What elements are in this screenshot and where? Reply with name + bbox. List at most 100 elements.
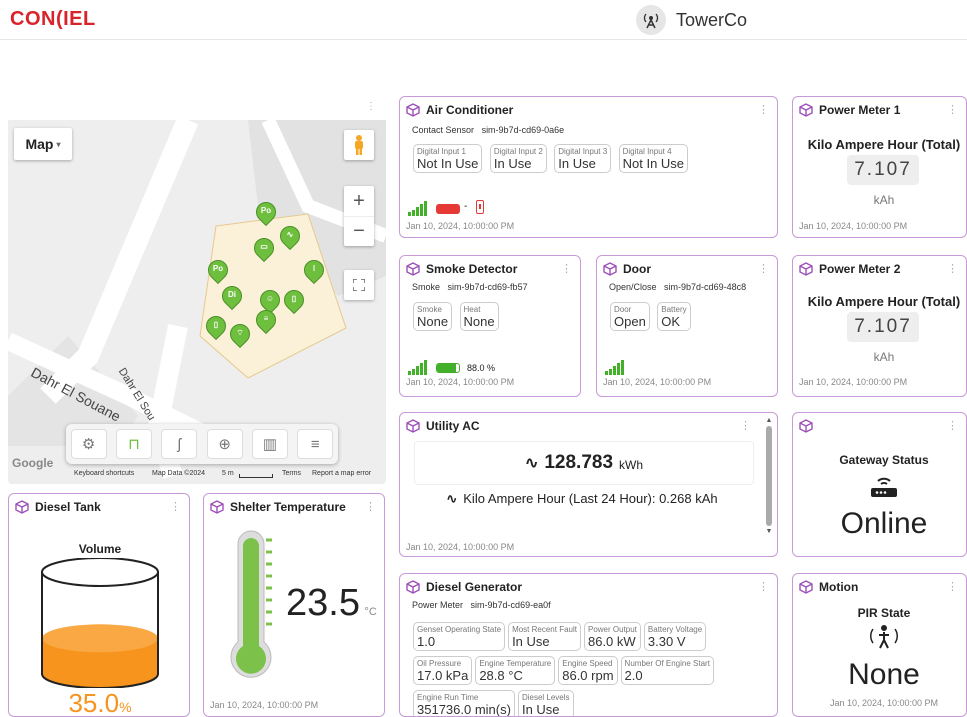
diesel-tank-card[interactable]: Diesel Tank ⋮ Volume 35.0% [8,493,190,717]
add-location-button[interactable]: ⊕ [206,429,243,459]
metric-chip: Oil Pressure 17.0 kPa [413,656,473,685]
route-button[interactable]: ʃ [161,429,198,459]
logo[interactable]: CON(IEL [10,8,96,31]
metric-value: 7.107 [847,312,919,342]
map-pin-door[interactable]: ▯ [279,285,309,315]
diesel-generator-card[interactable]: Diesel Generator ⋮ Power Meter sim-9b7d-… [399,573,778,717]
list-button[interactable]: ≡ [297,429,334,459]
card-header [799,419,813,433]
chip-value: In Use [512,634,550,649]
more-menu-icon[interactable]: ⋮ [758,103,769,116]
metric-chip: Engine Run Time 351736.0 min(s) [413,690,515,716]
motion-card[interactable]: Motion ⋮ PIR State None Jan 10, 2024, 10… [792,573,967,717]
metric-chip: Most Recent Fault In Use [508,622,581,651]
device-id: sim-9b7d-cd69-fb57 [447,282,528,292]
settings-button[interactable]: ⚙ [70,429,107,459]
gateway-label: Gateway Status [839,453,929,467]
temperature-value: 23.5 [286,582,360,624]
tank-unit: % [119,699,132,715]
cube-icon [406,262,420,276]
smoke-detector-card[interactable]: Smoke Detector ⋮ Smoke sim-9b7d-cd69-fb5… [399,255,581,397]
gateway-status-card[interactable]: ⋮ Gateway Status Online [792,412,967,557]
cube-icon [603,262,617,276]
map-view-button[interactable]: ▥ [251,429,288,459]
map-pin-power[interactable]: Po [203,255,233,285]
map-pin-power[interactable]: Po [251,197,281,227]
card-title: Diesel Tank [35,500,101,514]
temperature-readout: 23.5 °C [286,582,377,625]
street-view-pegman-icon[interactable] [344,130,374,160]
power-meter-2-card[interactable]: Power Meter 2 ⋮ Kilo Ampere Hour (Total)… [792,255,967,397]
sensor-line: Open/Close sim-9b7d-cd69-48c8 [609,282,746,292]
cube-icon [406,580,420,594]
utility-ac-card[interactable]: Utility AC ⋮ ∿ 128.783 kWh ∿ Kilo Ampere… [399,412,778,557]
battery-fill [437,364,457,372]
power-meter-1-card[interactable]: Power Meter 1 ⋮ Kilo Ampere Hour (Total)… [792,96,967,238]
volume-label: Volume [78,542,122,556]
map-pin-gateway[interactable]: ▭ [249,233,279,263]
metric-unit: kAh [873,193,895,207]
scroll-thumb[interactable] [766,426,772,526]
device-id: sim-9b7d-cd69-48c8 [664,282,747,292]
map-pin-smoke[interactable]: ≡ [251,305,281,335]
site-selector[interactable]: TowerCo [636,5,747,35]
card-title: Utility AC [426,419,480,433]
map-panel[interactable]: ⋮ Map ▾ + − Po ▭ ∿ Po ǀ Di ☺ ▯ ≡ ▯ ⌔ Dah… [8,96,386,484]
metric-label: Kilo Ampere Hour (Total) [807,137,961,152]
scroll-up-icon[interactable]: ▲ [764,417,774,424]
card-header: Air Conditioner [406,103,513,117]
map-pin-router[interactable]: ⌔ [225,319,255,349]
metric-label: Kilo Ampere Hour (Total) [807,294,961,309]
scroll-down-icon[interactable]: ▼ [764,528,774,535]
map-type-button[interactable]: Map ▾ [14,128,72,160]
card-header: Diesel Tank [15,500,101,514]
timestamp: Jan 10, 2024, 10:00:00 PM [406,221,515,231]
metric-value: 7.107 [847,155,919,185]
more-menu-icon[interactable]: ⋮ [740,419,751,432]
air-conditioner-card[interactable]: Air Conditioner ⋮ Contact Sensor sim-9b7… [399,96,778,238]
map-pin-diesel[interactable]: Di [217,281,247,311]
more-menu-icon[interactable]: ⋮ [170,500,181,513]
last-24h-text: Kilo Ampere Hour (Last 24 Hour): 0.268 k… [463,491,718,506]
shelter-temperature-card[interactable]: Shelter Temperature ⋮ 23.5 °C Jan 10, 20… [203,493,385,717]
zoom-out-button[interactable]: − [344,216,374,246]
cube-icon [799,262,813,276]
map-tools-bar: ⚙ ⊓ ʃ ⊕ ▥ ≡ [66,424,338,464]
report-map-error-link[interactable]: Report a map error [312,470,371,477]
chip-value: Not In Use [622,156,685,171]
chip-value: 17.0 kPa [417,668,469,683]
unlock-button[interactable]: ⊓ [115,429,152,459]
more-menu-icon[interactable]: ⋮ [758,262,769,275]
unlock-icon: ⊓ [128,436,140,453]
chip-value: None [417,314,449,329]
scrollbar[interactable]: ▲ ▼ [764,417,774,553]
map-pin-door[interactable]: ▯ [201,311,231,341]
fullscreen-button[interactable] [344,270,374,300]
keyboard-shortcuts-link[interactable]: Keyboard shortcuts [74,470,134,477]
more-menu-icon[interactable]: ⋮ [365,500,376,513]
chip-value: 3.30 V [647,634,686,649]
more-menu-icon[interactable]: ⋮ [947,262,958,275]
card-title: Power Meter 1 [819,103,901,117]
metric-chip: Engine Temperature 28.8 °C [475,656,556,685]
signal-strength-icon [408,360,427,375]
map-scale-bar [239,474,273,478]
card-title: Air Conditioner [426,103,514,117]
map-pin-temperature[interactable]: ǀ [299,255,329,285]
more-menu-icon[interactable]: ⋮ [561,262,572,275]
terms-link[interactable]: Terms [282,470,301,477]
cube-icon [799,419,813,433]
pin-label: ⌔ [236,328,244,337]
more-menu-icon[interactable]: ⋮ [947,419,958,432]
more-menu-icon[interactable]: ⋮ [947,103,958,116]
heat-chip: Heat None [459,302,499,331]
pin-label: Di [228,290,236,299]
map-pin-utility-ac[interactable]: ∿ [275,221,305,251]
map-menu-icon[interactable]: ⋮ [366,101,376,112]
waveform-icon: ∿ [524,455,539,472]
more-menu-icon[interactable]: ⋮ [947,580,958,593]
zoom-in-button[interactable]: + [344,186,374,216]
more-menu-icon[interactable]: ⋮ [758,580,769,593]
door-card[interactable]: Door ⋮ Open/Close sim-9b7d-cd69-48c8 Doo… [596,255,778,397]
value-box: ∿ 128.783 kWh [414,441,754,485]
